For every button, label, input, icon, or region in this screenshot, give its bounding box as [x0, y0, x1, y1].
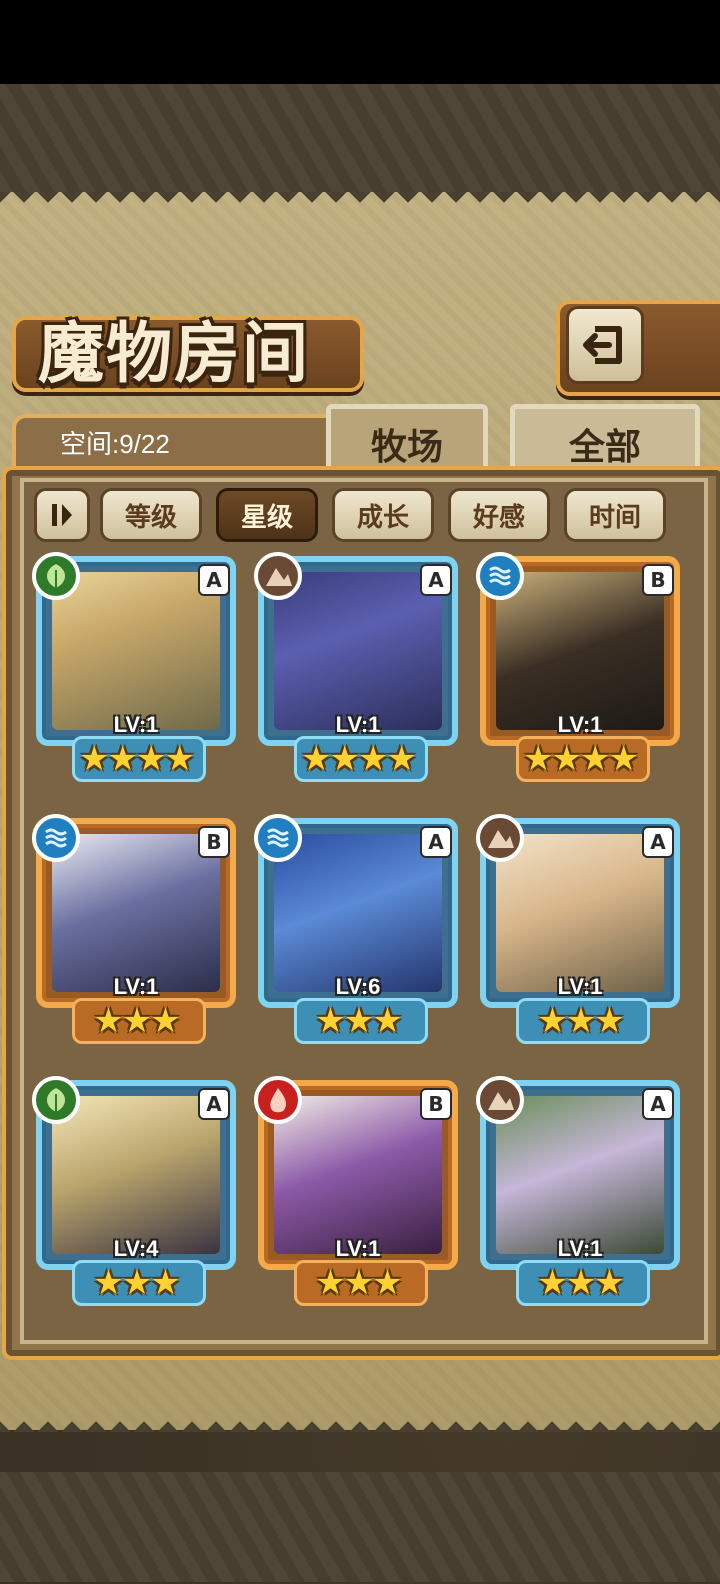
- rank-badge: B: [420, 1088, 452, 1120]
- level-label: LV:1: [113, 974, 159, 999]
- element-earth-icon: [254, 552, 302, 600]
- star-rating: ★★★★: [523, 739, 639, 779]
- sort-order-button[interactable]: [34, 488, 90, 542]
- star-rating: ★★★★: [301, 739, 417, 779]
- level-label: LV:1: [335, 712, 381, 737]
- filter-growth[interactable]: 成长: [332, 488, 434, 542]
- monster-card[interactable]: A LV:4 ★★★: [32, 1076, 236, 1306]
- rank-badge: A: [198, 1088, 230, 1120]
- element-earth-icon: [476, 814, 524, 862]
- rank-badge: A: [642, 1088, 674, 1120]
- star-rating: ★★★: [93, 1263, 180, 1303]
- element-earth-icon: [476, 1076, 524, 1124]
- element-wood-icon: [32, 1076, 80, 1124]
- decor-band-top: [0, 84, 720, 194]
- monster-portrait: [496, 572, 664, 730]
- panel-edge-top: [0, 192, 720, 212]
- monster-card[interactable]: A LV:1 ★★★: [476, 1076, 680, 1306]
- monster-portrait: [52, 1096, 220, 1254]
- rank-badge: A: [420, 564, 452, 596]
- level-label: LV:1: [557, 712, 603, 737]
- rank-badge: B: [642, 564, 674, 596]
- star-rating: ★★★: [315, 1001, 402, 1041]
- monster-portrait: [496, 834, 664, 992]
- filter-star[interactable]: 星级: [216, 488, 318, 542]
- level-label: LV:4: [113, 1236, 159, 1261]
- monster-portrait: [52, 834, 220, 992]
- rank-badge: A: [198, 564, 230, 596]
- monster-portrait: [274, 572, 442, 730]
- level-label: LV:1: [557, 974, 603, 999]
- filter-affection[interactable]: 好感: [448, 488, 550, 542]
- star-rating: ★★★: [537, 1263, 624, 1303]
- element-wood-icon: [32, 552, 80, 600]
- element-water-icon: [254, 814, 302, 862]
- star-rating: ★★★★: [79, 739, 195, 779]
- filter-time[interactable]: 时间: [564, 488, 666, 542]
- decor-band-bottom: [0, 1472, 720, 1582]
- monster-portrait: [274, 1096, 442, 1254]
- monster-card[interactable]: A LV:1 ★★★: [476, 814, 680, 1044]
- status-bar: [0, 0, 720, 84]
- monster-card[interactable]: B LV:1 ★★★: [254, 1076, 458, 1306]
- monster-card[interactable]: B LV:1 ★★★: [32, 814, 236, 1044]
- element-water-icon: [476, 552, 524, 600]
- star-rating: ★★★: [537, 1001, 624, 1041]
- monster-portrait: [496, 1096, 664, 1254]
- storage-count: 空间:9/22: [60, 429, 170, 459]
- monster-card[interactable]: A LV:6 ★★★: [254, 814, 458, 1044]
- panel-edge-bottom: [0, 1412, 720, 1432]
- return-arrow-icon: [583, 326, 622, 364]
- back-button[interactable]: [566, 306, 644, 384]
- monster-card[interactable]: A LV:1 ★★★★: [32, 552, 236, 782]
- level-label: LV:1: [557, 1236, 603, 1261]
- rank-badge: B: [198, 826, 230, 858]
- rank-badge: A: [642, 826, 674, 858]
- element-water-icon: [32, 814, 80, 862]
- monster-portrait: [274, 834, 442, 992]
- star-rating: ★★★: [315, 1263, 402, 1303]
- monster-card[interactable]: A LV:1 ★★★★: [254, 552, 458, 782]
- page-title: 魔物房间: [38, 314, 310, 392]
- rank-badge: A: [420, 826, 452, 858]
- level-label: LV:1: [113, 712, 159, 737]
- element-fire-icon: [254, 1076, 302, 1124]
- level-label: LV:1: [335, 1236, 381, 1261]
- monster-portrait: [52, 572, 220, 730]
- monster-card[interactable]: B LV:1 ★★★★: [476, 552, 680, 782]
- filter-level[interactable]: 等级: [100, 488, 202, 542]
- star-rating: ★★★: [93, 1001, 180, 1041]
- sort-toggle-icon: [52, 504, 72, 526]
- level-label: LV:6: [335, 974, 381, 999]
